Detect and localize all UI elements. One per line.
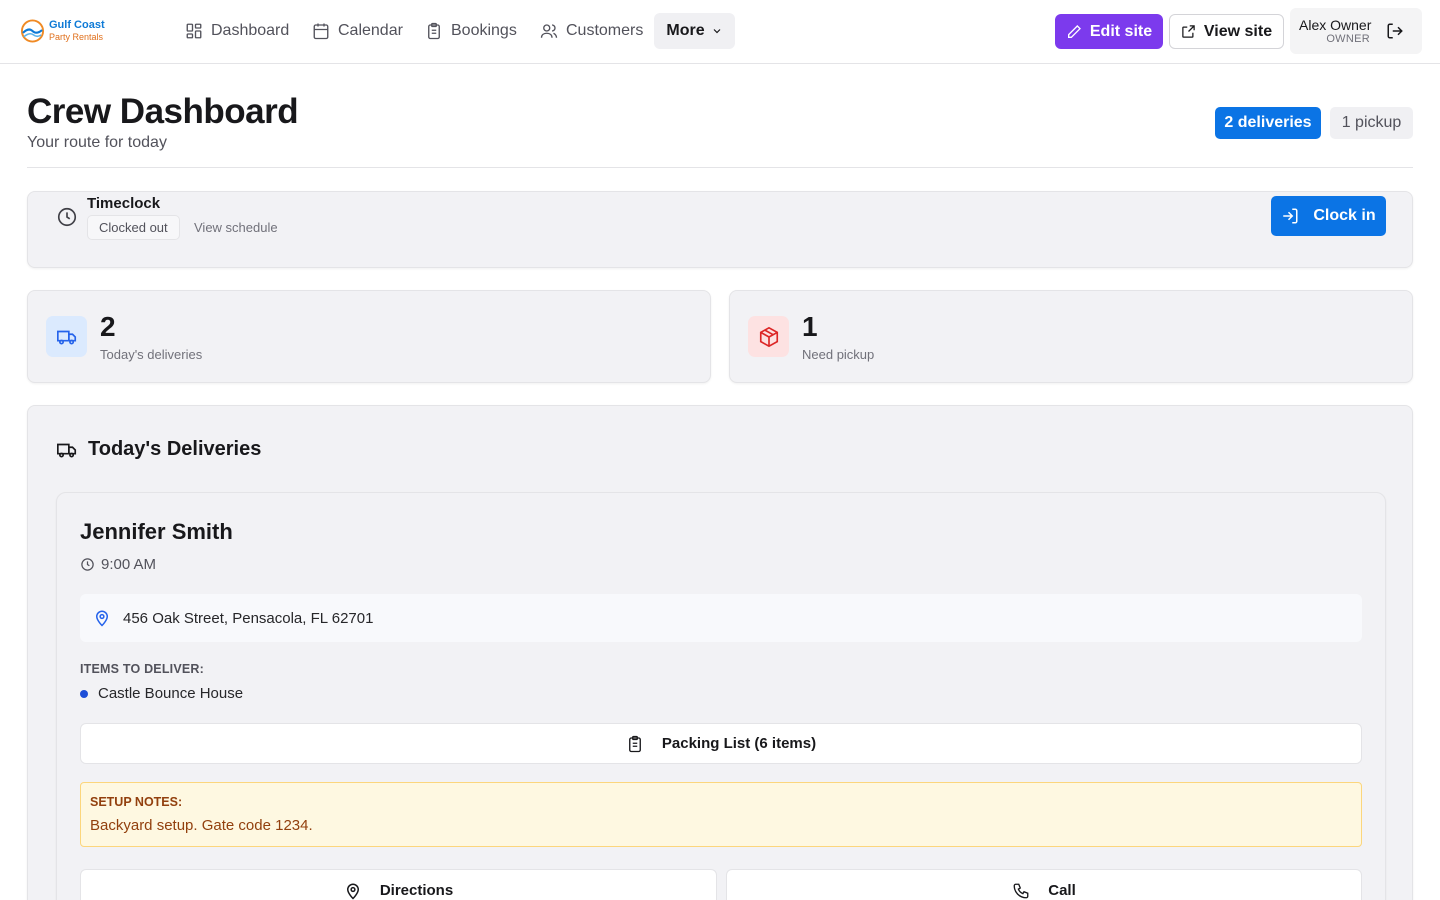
setup-notes-label: SETUP NOTES: [90, 795, 183, 809]
pencil-icon [1067, 24, 1081, 38]
clipboard-icon [628, 735, 641, 752]
delivery-time-text: 9:00 AM [101, 556, 157, 573]
stat-card-pickups[interactable]: 1 Need pickup [729, 290, 1413, 383]
stat-card-deliveries[interactable]: 2 Today's deliveries [27, 290, 711, 383]
nav-more-label: More [666, 22, 705, 39]
brand-name: Gulf Coast [49, 19, 105, 31]
bullet-dot [80, 689, 88, 698]
nav-calendar-label: Calendar [338, 22, 403, 39]
delivery-address[interactable]: 456 Oak Street, Pensacola, FL 62701 [80, 594, 1362, 642]
clipboard-icon [428, 22, 440, 40]
call-label: Call [1048, 882, 1076, 899]
calendar-icon [313, 23, 329, 40]
clock-status-badge: Clocked out [87, 215, 180, 240]
clock-icon [81, 558, 94, 571]
chevron-down-icon [713, 29, 721, 34]
nav-customers-label: Customers [566, 22, 644, 39]
address-text: 456 Oak Street, Pensacola, FL 62701 [123, 609, 374, 627]
section-title-text: Today's Deliveries [88, 438, 262, 460]
nav-customers[interactable]: Customers [540, 13, 643, 49]
brand-logo[interactable]: Gulf Coast Party Rentals [20, 18, 105, 44]
item-name: Castle Bounce House [98, 685, 244, 702]
logo-icon [20, 19, 45, 43]
clock-in-button[interactable]: Clock in [1271, 196, 1386, 236]
truck-icon [57, 443, 77, 458]
items-to-deliver-label: ITEMS TO DELIVER: [80, 662, 205, 676]
directions-label: Directions [379, 882, 454, 899]
nav-bookings-label: Bookings [451, 22, 517, 39]
stat-label: Today's deliveries [100, 347, 203, 362]
view-site-button[interactable]: View site [1169, 14, 1284, 49]
nav-dashboard[interactable]: Dashboard [185, 13, 289, 49]
list-item: Castle Bounce House [80, 685, 243, 702]
deliveries-count-pill[interactable]: 2 deliveries [1215, 107, 1321, 139]
edit-site-button[interactable]: Edit site [1055, 14, 1163, 49]
brand-tagline: Party Rentals [49, 32, 104, 42]
directions-button[interactable]: Directions [80, 869, 717, 900]
delivery-time: 9:00 AM [80, 556, 156, 573]
map-pin-icon [346, 883, 359, 900]
timeclock-card: Timeclock Clocked out View schedule Cloc… [27, 191, 1413, 268]
clock-icon [57, 207, 77, 227]
edit-site-label: Edit site [1089, 22, 1153, 40]
customer-name: Jennifer Smith [80, 519, 233, 544]
external-link-icon [1182, 25, 1195, 38]
timeclock-title: Timeclock [87, 195, 161, 212]
truck-icon [56, 330, 76, 345]
stat-icon-wrap [748, 316, 789, 357]
map-pin-icon [95, 610, 109, 627]
deliveries-section-title: Today's Deliveries [56, 438, 261, 461]
stat-icon-wrap [46, 316, 87, 357]
delivery-card: Jennifer Smith 9:00 AM 456 Oak Street, P… [56, 492, 1386, 900]
deliveries-section: Today's Deliveries Jennifer Smith 9:00 A… [27, 405, 1413, 900]
header-divider [27, 167, 1413, 168]
user-role: OWNER [1326, 33, 1370, 45]
login-icon [1283, 208, 1298, 224]
page-subtitle: Your route for today [27, 134, 167, 151]
page-title: Crew Dashboard [27, 92, 299, 131]
packing-list-label: Packing List (6 items) [661, 735, 817, 752]
view-schedule-link[interactable]: View schedule [194, 220, 278, 235]
nav-dashboard-label: Dashboard [211, 22, 290, 39]
dashboard-grid-icon [186, 23, 202, 39]
nav-more-dropdown[interactable]: More [654, 13, 735, 49]
package-icon [759, 326, 778, 347]
phone-icon [1013, 883, 1029, 899]
nav-bookings[interactable]: Bookings [425, 13, 517, 49]
top-navigation: Gulf Coast Party Rentals Dashboard Calen… [0, 0, 1440, 64]
view-site-label: View site [1203, 22, 1273, 40]
packing-list-button[interactable]: Packing List (6 items) [80, 723, 1362, 764]
stat-value: 2 [100, 311, 116, 342]
logout-icon[interactable] [1386, 22, 1404, 40]
setup-notes-text: Backyard setup. Gate code 1234. [90, 817, 313, 834]
pickup-count-pill[interactable]: 1 pickup [1330, 107, 1413, 139]
user-name: Alex Owner [1299, 17, 1372, 33]
stat-label: Need pickup [802, 347, 875, 362]
nav-calendar[interactable]: Calendar [312, 13, 403, 49]
setup-notes: SETUP NOTES: Backyard setup. Gate code 1… [80, 782, 1362, 847]
user-menu[interactable]: Alex Owner OWNER [1290, 8, 1422, 54]
stat-value: 1 [802, 311, 818, 342]
clock-in-label: Clock in [1313, 207, 1376, 224]
call-button[interactable]: Call [726, 869, 1362, 900]
users-icon [540, 24, 558, 38]
